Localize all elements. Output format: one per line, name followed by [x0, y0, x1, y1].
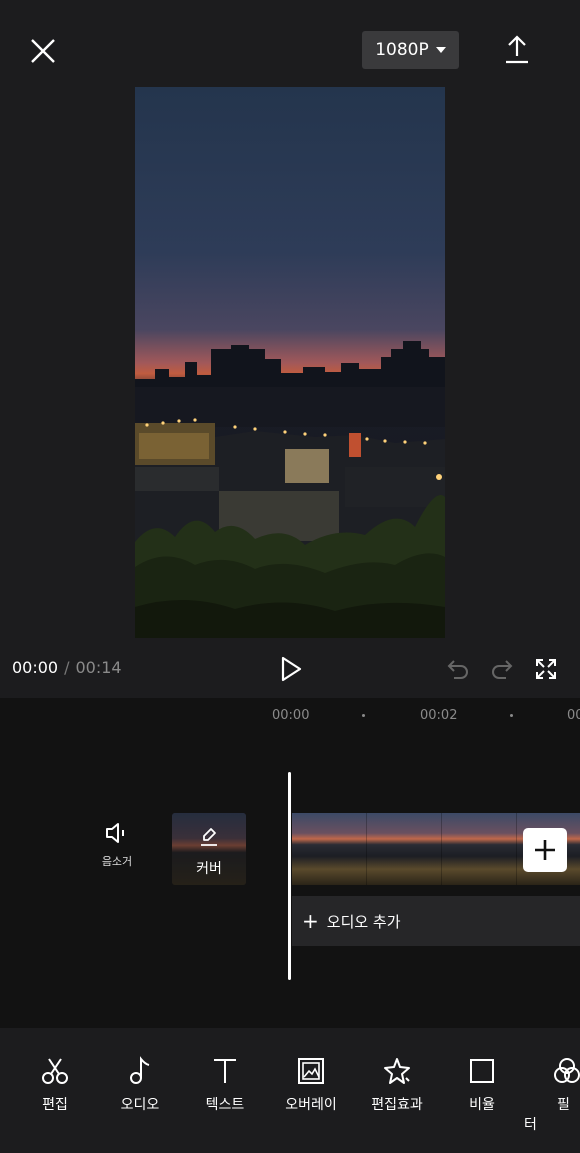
filter-icon	[554, 1058, 580, 1083]
tool-edit[interactable]: 편집	[12, 1056, 98, 1114]
timeline-panel[interactable]: 00:00 00:02 00 음소거 커버 + 오디오 추가	[0, 698, 580, 1028]
mute-label: 음소거	[101, 855, 133, 868]
speaker-icon	[106, 823, 124, 843]
tool-label: 편집	[42, 1097, 68, 1113]
redo-icon	[492, 660, 513, 679]
clip-frame	[442, 813, 517, 885]
video-preview[interactable]	[135, 87, 445, 638]
chevron-down-icon	[435, 47, 446, 53]
add-clip-button[interactable]	[523, 828, 567, 872]
pencil-icon	[201, 828, 217, 846]
undo-icon	[447, 660, 468, 679]
plus-icon	[535, 840, 555, 860]
fullscreen-button[interactable]	[533, 656, 559, 682]
bottom-toolbar: 편집 오디오 텍스트 오버레이 편집효과 비율 필터	[0, 1028, 580, 1153]
clip-frame	[292, 813, 367, 885]
cover-label: 커버	[196, 861, 222, 877]
upload-icon	[506, 35, 528, 64]
close-button[interactable]	[20, 28, 66, 74]
text-icon	[214, 1059, 236, 1083]
play-button[interactable]	[276, 652, 306, 686]
time-separator: /	[64, 658, 70, 677]
timeline-tick-dot	[362, 714, 365, 717]
plus-icon: +	[302, 909, 319, 933]
undo-button[interactable]	[445, 656, 471, 682]
tool-label: 편집효과	[371, 1097, 423, 1113]
time-display: 00:00 / 00:14	[12, 658, 122, 677]
timeline-tick: 00:00	[272, 708, 310, 723]
scissors-icon	[42, 1058, 68, 1084]
close-icon	[31, 39, 55, 63]
tool-label: 필터	[524, 1097, 570, 1133]
effects-star-icon	[384, 1058, 410, 1084]
clip-frame	[367, 813, 442, 885]
ratio-square-icon	[470, 1059, 494, 1083]
current-time: 00:00	[12, 658, 59, 677]
add-audio-button[interactable]: + 오디오 추가	[292, 896, 580, 946]
tool-label: 오디오	[120, 1097, 160, 1113]
tool-filter[interactable]: 필터	[524, 1056, 580, 1134]
fullscreen-icon	[536, 659, 556, 679]
playhead[interactable]	[288, 772, 291, 980]
tool-label: 비율	[469, 1097, 495, 1113]
tool-text[interactable]: 텍스트	[182, 1056, 268, 1114]
tool-label: 오버레이	[285, 1097, 337, 1113]
overlay-icon	[298, 1058, 324, 1084]
total-time: 00:14	[75, 658, 122, 677]
add-audio-label: 오디오 추가	[326, 912, 401, 931]
cover-button[interactable]: 커버	[172, 813, 246, 885]
music-note-icon	[130, 1056, 150, 1084]
export-button[interactable]	[496, 28, 538, 70]
resolution-dropdown[interactable]: 1080P	[362, 31, 459, 69]
timeline-tick-dot	[510, 714, 513, 717]
tool-overlay[interactable]: 오버레이	[268, 1056, 354, 1114]
resolution-label: 1080P	[375, 40, 429, 60]
tool-ratio[interactable]: 비율	[439, 1056, 525, 1114]
mute-button[interactable]: 음소거	[96, 822, 138, 869]
timeline-tick: 00	[567, 708, 580, 723]
play-icon	[281, 656, 302, 682]
tool-audio[interactable]: 오디오	[97, 1056, 183, 1114]
tool-effects[interactable]: 편집효과	[354, 1056, 440, 1114]
redo-button[interactable]	[489, 656, 515, 682]
tool-label: 텍스트	[205, 1097, 245, 1113]
preview-image	[135, 341, 445, 638]
timeline-tick: 00:02	[420, 708, 458, 723]
